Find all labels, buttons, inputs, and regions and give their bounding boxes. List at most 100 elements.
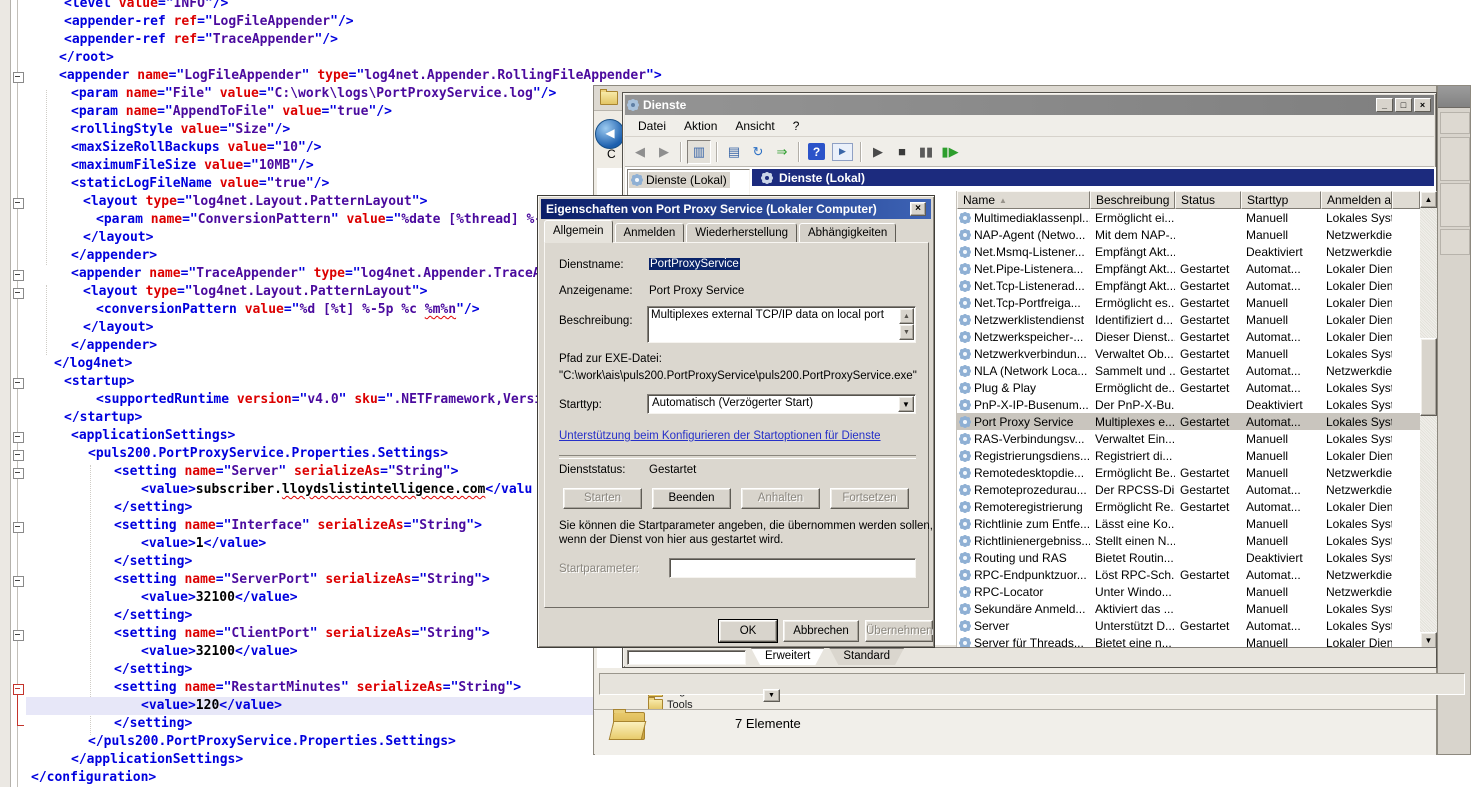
close-button[interactable]: × [1414, 98, 1431, 112]
fold-toggle-icon[interactable] [13, 270, 24, 281]
properties-icon[interactable]: ▤ [723, 141, 745, 163]
startup-options-help-link[interactable]: Unterstützung beim Konfigurieren der Sta… [559, 430, 881, 442]
code-line[interactable]: <appender-ref ref="LogFileAppender"/> [26, 13, 1471, 31]
close-icon[interactable]: × [910, 202, 926, 216]
dialog-titlebar[interactable]: Eigenschaften von Port Proxy Service (Lo… [541, 199, 931, 219]
fold-toggle-icon[interactable] [13, 684, 24, 695]
service-row[interactable]: Multimediaklassenpl...Ermögl­icht ei...M… [957, 209, 1420, 226]
ok-button[interactable]: OK [719, 620, 777, 642]
fold-toggle-icon[interactable] [13, 378, 24, 389]
code-line[interactable]: </root> [26, 49, 1471, 67]
service-row[interactable]: Richtlinie zum Entfe...Lässt eine Ko...M… [957, 515, 1420, 532]
fold-toggle-icon[interactable] [13, 432, 24, 443]
code-token: <param [96, 212, 151, 227]
fold-toggle-icon[interactable] [13, 468, 24, 479]
dialog-tab-wiederherstellung[interactable]: Wiederherstellung [686, 223, 797, 243]
code-line[interactable]: </configuration> [26, 769, 1471, 787]
service-row[interactable]: RAS-Verbindungsv...Verwaltet Ein...Manue… [957, 430, 1420, 447]
pause-service-icon[interactable]: ▮▮ [915, 141, 937, 163]
service-row[interactable]: Net.Pipe-Listenera...Empfängt Akt...Gest… [957, 260, 1420, 277]
service-row[interactable]: NLA (Network Loca...Sammelt und ...Gesta… [957, 362, 1420, 379]
abbrechen-button[interactable]: Abbrechen [783, 620, 859, 642]
scroll-down-icon[interactable]: ▼ [899, 324, 914, 340]
maximize-button[interactable]: □ [1395, 98, 1412, 112]
fold-toggle-icon[interactable] [13, 576, 24, 587]
service-row[interactable]: Richtlinienergebniss...Stellt einen N...… [957, 532, 1420, 549]
fold-toggle-icon[interactable] [13, 630, 24, 641]
service-row[interactable]: Net.Tcp-Portfreiga...Ermöglicht es...Ges… [957, 294, 1420, 311]
description-textbox[interactable]: Multiplexes external TCP/IP data on loca… [647, 306, 916, 343]
restart-service-icon[interactable]: ▮▶ [939, 141, 961, 163]
refresh-icon[interactable]: ↻ [747, 141, 769, 163]
stop-service-icon[interactable]: ■ [891, 141, 913, 163]
dialog-tab-anmelden[interactable]: Anmelden [615, 223, 685, 243]
scroll-up-icon[interactable]: ▲ [899, 308, 914, 324]
fold-toggle-icon[interactable] [13, 522, 24, 533]
service-row[interactable]: Registrierungsdiens...Registriert di...M… [957, 447, 1420, 464]
dialog-tab-allgemein[interactable]: Allgemein [544, 220, 613, 243]
start-service-icon[interactable]: ▶ [867, 141, 889, 163]
service-row[interactable]: ServerUnterstützt D...GestartetAutomat..… [957, 617, 1420, 634]
dropdown-button[interactable]: ▼ [763, 689, 780, 702]
column-header-beschreibung[interactable]: Beschreibung [1090, 191, 1175, 209]
service-row[interactable]: RemoteregistrierungErmöglicht Re...Gesta… [957, 498, 1420, 515]
back-icon[interactable]: ◀ [629, 141, 651, 163]
service-row[interactable]: Plug & PlayErmöglicht de...GestartetAuto… [957, 379, 1420, 396]
show-console-tree-icon[interactable]: ▥ [687, 140, 711, 164]
view-tab-standard[interactable]: Standard [829, 648, 904, 665]
service-name-value[interactable]: PortProxyService [649, 258, 740, 270]
service-row[interactable]: Netzwerkverbindun...Verwaltet Ob...Gesta… [957, 345, 1420, 362]
service-row[interactable]: NAP-Agent (Netwo...Mit dem NAP-...Manuel… [957, 226, 1420, 243]
start-params-input[interactable] [669, 558, 916, 578]
code-line[interactable]: <appender name="LogFileAppender" type="l… [26, 67, 1471, 85]
service-row[interactable]: Routing und RASBietet Routin...Deaktivie… [957, 549, 1420, 566]
service-row[interactable]: RPC-LocatorUnter Windo...ManuellNetzwerk… [957, 583, 1420, 600]
menu-item-aktion[interactable]: Aktion [675, 117, 726, 135]
service-row[interactable]: PnP-X-IP-Busenum...Der PnP-X-Bu...Deakti… [957, 396, 1420, 413]
service-row[interactable]: Net.Msmq-Listener...Empfängt Akt...Deakt… [957, 243, 1420, 260]
menu-item-?[interactable]: ? [784, 117, 809, 135]
fold-toggle-icon[interactable] [13, 450, 24, 461]
service-row[interactable]: RPC-Endpunktzuor...Löst RPC-Sch...Gestar… [957, 566, 1420, 583]
column-header-name[interactable]: Name▲ [957, 191, 1090, 209]
service-row[interactable]: NetzwerklistendienstIdentifiziert d...Ge… [957, 311, 1420, 328]
fold-toggle-icon[interactable] [13, 288, 24, 299]
beenden-button[interactable]: Beenden [652, 488, 731, 509]
menu-item-datei[interactable]: Datei [629, 117, 675, 135]
fold-toggle-icon[interactable] [13, 198, 24, 209]
service-row[interactable]: Remoteprozedurau...Der RPCSS-Di...Gestar… [957, 481, 1420, 498]
service-name-cell: RAS-Verbindungsv... [957, 432, 1090, 446]
startup-type-combobox[interactable]: Automatisch (Verzögerter Start) ▼ [647, 394, 916, 414]
minimize-button[interactable]: _ [1376, 98, 1393, 112]
service-row[interactable]: Netzwerkspeicher-...Dieser Dienst...Gest… [957, 328, 1420, 345]
column-header-anmelden-als[interactable]: Anmelden als [1321, 191, 1392, 209]
code-token: " [204, 86, 220, 101]
export-list-icon[interactable]: ⇒ [771, 141, 793, 163]
service-row[interactable]: Sekundäre Anmeld...Aktiviert das ...Manu… [957, 600, 1420, 617]
tree-item-dienste-lokal[interactable]: Dienste (Lokal) [629, 172, 730, 188]
forward-icon[interactable]: ▶ [653, 141, 675, 163]
code-line[interactable]: <appender-ref ref="TraceAppender"/> [26, 31, 1471, 49]
extended-view-icon[interactable]: ▶ [832, 143, 853, 161]
service-row[interactable]: Remotedesktopdie...Ermöglicht Be...Gesta… [957, 464, 1420, 481]
scrollbar-thumb[interactable] [1420, 338, 1437, 416]
filter-input[interactable] [627, 650, 746, 665]
back-button[interactable]: ◀ [595, 119, 625, 149]
menu-item-ansicht[interactable]: Ansicht [726, 117, 783, 135]
service-row[interactable]: Net.Tcp-Listenerad...Empfängt Akt...Gest… [957, 277, 1420, 294]
column-header-status[interactable]: Status [1175, 191, 1241, 209]
dialog-tab-abh-ngigkeiten[interactable]: Abhängigkeiten [799, 223, 896, 243]
chevron-down-icon[interactable]: ▼ [898, 396, 914, 412]
column-header-starttyp[interactable]: Starttyp [1241, 191, 1321, 209]
services-titlebar[interactable]: Dienste _□× [625, 95, 1434, 115]
column-header-spacer[interactable] [1392, 191, 1420, 209]
service-starttype-cell: Automat... [1241, 483, 1321, 497]
code-line[interactable]: <level value="INFO"/> [26, 0, 1471, 13]
fold-toggle-icon[interactable] [13, 72, 24, 83]
view-tab-erweitert[interactable]: Erweitert [751, 648, 824, 665]
code-token: " [331, 212, 347, 227]
service-row[interactable]: Port Proxy ServiceMultiplexes e...Gestar… [957, 413, 1420, 430]
scrollbar[interactable]: ▲ ▼ [1420, 191, 1437, 649]
scroll-up-icon[interactable]: ▲ [1420, 191, 1437, 208]
help-icon[interactable]: ? [808, 143, 825, 160]
